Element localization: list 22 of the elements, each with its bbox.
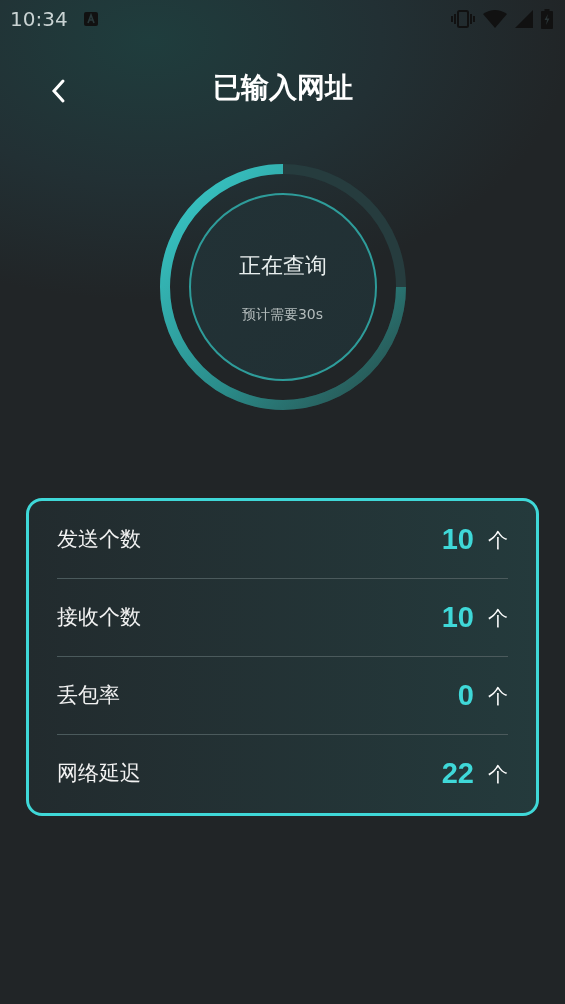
page-title: 已输入网址	[212, 70, 353, 106]
stat-value: 0	[457, 677, 474, 713]
battery-icon	[541, 9, 553, 29]
stat-value: 22	[441, 756, 474, 792]
stat-label: 接收个数	[57, 603, 141, 631]
stat-value: 10	[441, 521, 474, 557]
stat-unit: 个	[488, 761, 508, 788]
keyboard-a-icon	[83, 12, 98, 26]
stat-value: 10	[441, 599, 474, 635]
stat-label: 网络延迟	[57, 760, 141, 788]
status-text: 正在查询	[238, 252, 327, 280]
stat-unit: 个	[488, 682, 508, 710]
stat-label: 发送个数	[57, 525, 141, 553]
back-icon	[50, 78, 66, 104]
signal-icon	[515, 10, 533, 28]
vibrate-icon	[451, 10, 475, 28]
wifi-icon	[483, 10, 507, 28]
stat-label: 丢包率	[57, 681, 120, 709]
stat-unit: 个	[488, 526, 508, 554]
estimate-text: 预计需要30s	[241, 305, 324, 324]
status-time: 10:34	[10, 6, 68, 33]
stat-unit: 个	[488, 604, 508, 632]
